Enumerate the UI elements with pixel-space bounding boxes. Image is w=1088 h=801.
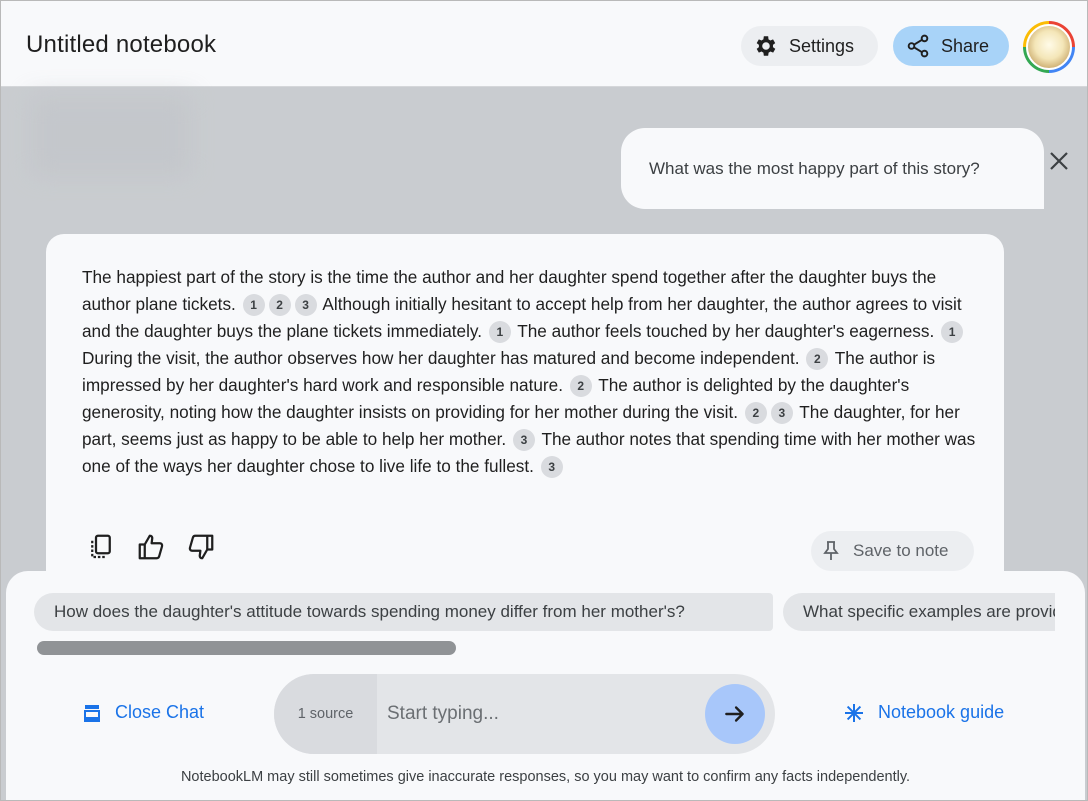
copy-icon[interactable] <box>86 532 116 562</box>
user-message-bubble: What was the most happy part of this sto… <box>621 128 1044 209</box>
citation-chip[interactable]: 3 <box>540 456 563 478</box>
response-text: The happiest part of the story is the ti… <box>82 264 982 480</box>
pin-icon <box>823 541 839 560</box>
share-button[interactable]: Share <box>893 26 1009 66</box>
suggestion-chip[interactable]: How does the daughter's attitude towards… <box>34 593 773 631</box>
avatar-image <box>1026 24 1072 70</box>
avatar[interactable] <box>1023 21 1075 73</box>
suggestions-scrollbar[interactable] <box>37 641 456 655</box>
citation-chip[interactable]: 2 <box>806 348 829 370</box>
save-to-note-button[interactable]: Save to note <box>811 531 974 571</box>
share-icon <box>907 34 929 58</box>
close-chat-button[interactable]: Close Chat <box>83 702 204 723</box>
close-icon[interactable] <box>1047 149 1071 173</box>
share-label: Share <box>941 35 990 56</box>
citation-chip[interactable]: 3 <box>512 429 535 451</box>
notebook-guide-button[interactable]: Notebook guide <box>844 702 1004 723</box>
response-card: The happiest part of the story is the ti… <box>46 234 1004 594</box>
close-chat-label: Close Chat <box>115 702 205 722</box>
send-button[interactable] <box>705 684 765 744</box>
arrow-right-icon <box>725 706 744 722</box>
response-text-segment: The author feels touched by her daughter… <box>512 321 940 341</box>
settings-button[interactable]: Settings <box>741 26 878 66</box>
chat-input-panel: How does the daughter's attitude towards… <box>6 571 1085 800</box>
citation-chip[interactable]: 2 <box>744 402 767 424</box>
citation-chip[interactable]: 3 <box>770 402 793 424</box>
suggestion-chip[interactable]: What specific examples are provided <box>783 593 1055 631</box>
disclaimer-text: NotebookLM may still sometimes give inac… <box>180 769 911 785</box>
save-to-note-label: Save to note <box>853 541 949 560</box>
response-text-segment: During the visit, the author observes ho… <box>82 348 805 368</box>
suggestion-chips: How does the daughter's attitude towards… <box>34 593 1055 631</box>
background-blur <box>31 96 191 176</box>
chat-input-box: 1 source <box>274 674 775 754</box>
chat-input[interactable] <box>377 674 697 754</box>
response-actions <box>86 532 216 562</box>
user-message-text: What was the most happy part of this sto… <box>649 158 980 178</box>
close-chat-icon <box>84 704 100 722</box>
citation-chip[interactable]: 3 <box>294 294 317 316</box>
thumbs-up-icon[interactable] <box>136 532 166 562</box>
header-bar: Untitled notebook Settings Share <box>1 1 1087 87</box>
source-count[interactable]: 1 source <box>274 674 377 754</box>
citation-chip[interactable]: 1 <box>941 321 964 343</box>
citation-chip[interactable]: 1 <box>488 321 511 343</box>
notebook-guide-label: Notebook guide <box>878 702 1005 722</box>
settings-label: Settings <box>789 35 855 56</box>
sparkle-icon <box>845 703 863 722</box>
citation-chip[interactable]: 1 <box>242 294 265 316</box>
citation-chip[interactable]: 2 <box>268 294 291 316</box>
gear-icon <box>756 36 776 56</box>
notebook-title[interactable]: Untitled notebook <box>26 31 216 59</box>
thumbs-down-icon[interactable] <box>186 532 216 562</box>
citation-chip[interactable]: 2 <box>569 375 592 397</box>
